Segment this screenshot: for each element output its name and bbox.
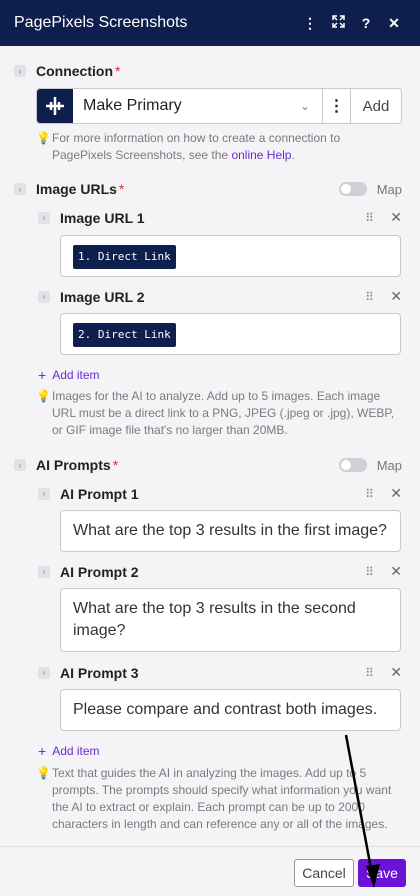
- drag-handle-icon[interactable]: ⠿: [358, 666, 380, 680]
- connection-selected-value: Make Primary: [83, 97, 182, 114]
- ai-prompts-hint-text: Text that guides the AI in analyzing the…: [52, 766, 392, 831]
- lightbulb-icon: 💡: [36, 766, 51, 780]
- connection-hint-text: For more information on how to create a …: [52, 131, 341, 162]
- dialog-footer: Cancel Save: [0, 846, 420, 896]
- add-item-label: Add item: [52, 744, 100, 758]
- map-label: Map: [376, 457, 402, 473]
- plus-icon: +: [38, 743, 47, 759]
- ai-prompts-hint: 💡 Text that guides the AI in analyzing t…: [36, 765, 396, 833]
- add-ai-prompt-button[interactable]: + Add item: [38, 743, 100, 759]
- required-mark: *: [112, 457, 119, 473]
- add-image-url-button[interactable]: + Add item: [38, 367, 100, 383]
- image-url-1-label: Image URL 1: [60, 209, 145, 226]
- image-urls-section-header: › Image URLs * Map: [14, 181, 402, 197]
- remove-item-icon[interactable]: ✕: [380, 664, 402, 681]
- chevron-right-icon[interactable]: ›: [14, 459, 26, 471]
- required-mark: *: [118, 181, 125, 197]
- more-vertical-icon[interactable]: ⋮: [296, 15, 324, 32]
- image-urls-hint-text: Images for the AI to analyze. Add up to …: [52, 389, 395, 437]
- ai-prompts-label: AI Prompts: [36, 457, 111, 473]
- image-urls-label: Image URLs: [36, 181, 117, 197]
- image-urls-hint: 💡 Images for the AI to analyze. Add up t…: [36, 388, 396, 439]
- remove-item-icon[interactable]: ✕: [380, 485, 402, 502]
- ai-prompt-2-label: AI Prompt 2: [60, 563, 139, 580]
- pagepixels-logo-icon: [37, 89, 73, 123]
- ai-prompt-3-label: AI Prompt 3: [60, 664, 139, 681]
- drag-handle-icon[interactable]: ⠿: [358, 487, 380, 501]
- map-label: Map: [376, 181, 402, 197]
- lightbulb-icon: 💡: [36, 389, 51, 403]
- save-button[interactable]: Save: [358, 859, 406, 887]
- image-url-1-field[interactable]: 1. Direct Link: [60, 235, 401, 277]
- image-url-2-field[interactable]: 2. Direct Link: [60, 313, 401, 355]
- chevron-right-icon[interactable]: ›: [38, 290, 50, 303]
- drag-handle-icon[interactable]: ⠿: [358, 290, 380, 304]
- expand-icon[interactable]: [324, 15, 352, 31]
- image-url-2-header: › Image URL 2 ⠿ ✕: [38, 288, 402, 305]
- chevron-right-icon[interactable]: ›: [14, 183, 26, 195]
- mapped-value-pill[interactable]: 2. Direct Link: [73, 323, 176, 347]
- cancel-button[interactable]: Cancel: [294, 859, 354, 887]
- remove-item-icon[interactable]: ✕: [380, 563, 402, 580]
- ai-prompt-2-field[interactable]: What are the top 3 results in the second…: [60, 588, 401, 652]
- dialog-header: PagePixels Screenshots ⋮ ? ✕: [0, 0, 420, 46]
- chevron-right-icon[interactable]: ›: [38, 565, 50, 578]
- add-connection-button[interactable]: Add: [351, 89, 401, 123]
- chevron-right-icon[interactable]: ›: [38, 487, 50, 500]
- plus-icon: +: [38, 367, 47, 383]
- ai-prompt-3-header: › AI Prompt 3 ⠿ ✕: [38, 664, 402, 681]
- ai-prompt-3-field[interactable]: Please compare and contrast both images.: [60, 689, 401, 731]
- ai-prompt-1-header: › AI Prompt 1 ⠿ ✕: [38, 485, 402, 502]
- lightbulb-icon: 💡: [36, 131, 51, 145]
- close-icon[interactable]: ✕: [380, 15, 408, 32]
- connection-section-header: › Connection *: [14, 63, 402, 79]
- image-url-1-header: › Image URL 1 ⠿ ✕: [38, 209, 402, 226]
- ai-prompt-1-field[interactable]: What are the top 3 results in the first …: [60, 510, 401, 552]
- connection-hint: 💡 For more information on how to create …: [36, 130, 396, 164]
- connection-hint-suffix: .: [291, 148, 295, 162]
- chevron-right-icon[interactable]: ›: [14, 65, 26, 77]
- required-mark: *: [115, 63, 121, 79]
- connection-select-row: Make Primary ⌄ ⋮ Add: [36, 88, 402, 124]
- connection-label: Connection: [36, 63, 113, 79]
- remove-item-icon[interactable]: ✕: [380, 288, 402, 305]
- more-vertical-icon[interactable]: ⋮: [323, 89, 351, 123]
- drag-handle-icon[interactable]: ⠿: [358, 211, 380, 225]
- ai-prompt-2-header: › AI Prompt 2 ⠿ ✕: [38, 563, 402, 580]
- ai-prompts-map-toggle[interactable]: [338, 458, 367, 472]
- online-help-link[interactable]: online Help: [231, 148, 291, 162]
- remove-item-icon[interactable]: ✕: [380, 209, 402, 226]
- form-content: › Connection * Make Primary ⌄ ⋮ Add 💡 Fo…: [0, 46, 420, 846]
- ai-prompt-1-label: AI Prompt 1: [60, 485, 139, 502]
- dialog-title: PagePixels Screenshots: [14, 14, 188, 31]
- chevron-right-icon[interactable]: ›: [38, 666, 50, 679]
- mapped-value-pill[interactable]: 1. Direct Link: [73, 245, 176, 269]
- ai-prompts-section-header: › AI Prompts * Map: [14, 457, 402, 473]
- image-url-2-label: Image URL 2: [60, 288, 145, 305]
- connection-select[interactable]: Make Primary ⌄: [73, 89, 323, 123]
- chevron-down-icon: ⌄: [299, 99, 310, 113]
- add-item-label: Add item: [52, 368, 100, 382]
- chevron-right-icon[interactable]: ›: [38, 211, 50, 224]
- drag-handle-icon[interactable]: ⠿: [358, 565, 380, 579]
- image-urls-map-toggle[interactable]: [338, 182, 367, 196]
- help-icon[interactable]: ?: [352, 15, 380, 31]
